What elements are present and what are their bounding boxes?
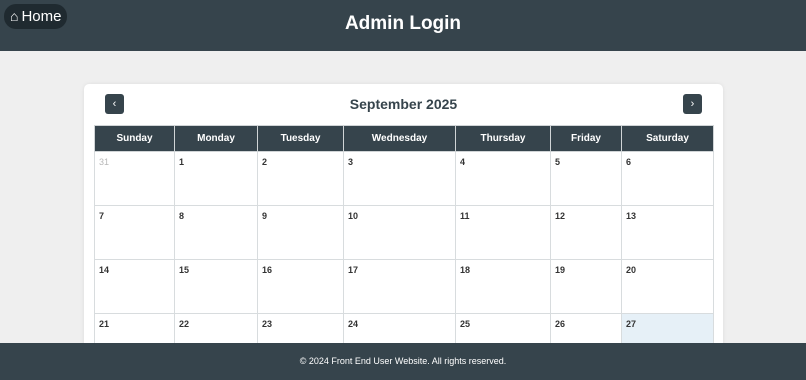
day-cell[interactable]: 18 bbox=[455, 259, 551, 314]
weekday-thursday: Thursday bbox=[455, 125, 551, 152]
day-cell[interactable]: 20 bbox=[621, 259, 714, 314]
week-row: 14 15 16 17 18 19 20 bbox=[94, 259, 714, 314]
day-cell[interactable]: 17 bbox=[343, 259, 456, 314]
day-cell[interactable]: 16 bbox=[257, 259, 344, 314]
weekday-monday: Monday bbox=[174, 125, 258, 152]
day-cell[interactable]: 9 bbox=[257, 205, 344, 260]
weekday-header-row: Sunday Monday Tuesday Wednesday Thursday… bbox=[94, 125, 714, 152]
day-cell[interactable]: 15 bbox=[174, 259, 258, 314]
day-cell[interactable]: 12 bbox=[550, 205, 622, 260]
month-title: September 2025 bbox=[349, 96, 458, 112]
weekday-wednesday: Wednesday bbox=[343, 125, 456, 152]
day-cell[interactable]: 2 bbox=[257, 151, 344, 206]
day-cell[interactable]: 8 bbox=[174, 205, 258, 260]
week-row: 31 1 2 3 4 5 6 bbox=[94, 151, 714, 206]
page-title: Admin Login bbox=[344, 13, 462, 34]
day-cell[interactable]: 19 bbox=[550, 259, 622, 314]
day-cell[interactable]: 13 bbox=[621, 205, 714, 260]
calendar-card: ‹ September 2025 › Sunday Monday Tuesday… bbox=[84, 84, 723, 354]
day-cell[interactable]: 3 bbox=[343, 151, 456, 206]
day-cell[interactable]: 31 bbox=[94, 151, 175, 206]
weekday-sunday: Sunday bbox=[94, 125, 175, 152]
day-cell[interactable]: 10 bbox=[343, 205, 456, 260]
week-row: 7 8 9 10 11 12 13 bbox=[94, 205, 714, 260]
day-cell[interactable]: 14 bbox=[94, 259, 175, 314]
weekday-tuesday: Tuesday bbox=[257, 125, 344, 152]
header-bar: ⌂ Home Admin Login bbox=[0, 0, 806, 51]
next-month-button[interactable]: › bbox=[683, 94, 702, 114]
day-cell[interactable]: 1 bbox=[174, 151, 258, 206]
day-cell[interactable]: 4 bbox=[455, 151, 551, 206]
day-cell[interactable]: 11 bbox=[455, 205, 551, 260]
day-cell[interactable]: 5 bbox=[550, 151, 622, 206]
weekday-saturday: Saturday bbox=[621, 125, 714, 152]
day-cell[interactable]: 6 bbox=[621, 151, 714, 206]
calendar-grid: Sunday Monday Tuesday Wednesday Thursday… bbox=[94, 125, 714, 354]
day-cell[interactable]: 7 bbox=[94, 205, 175, 260]
footer-text: © 2024 Front End User Website. All right… bbox=[299, 356, 507, 366]
weekday-friday: Friday bbox=[550, 125, 622, 152]
footer: © 2024 Front End User Website. All right… bbox=[0, 343, 806, 380]
